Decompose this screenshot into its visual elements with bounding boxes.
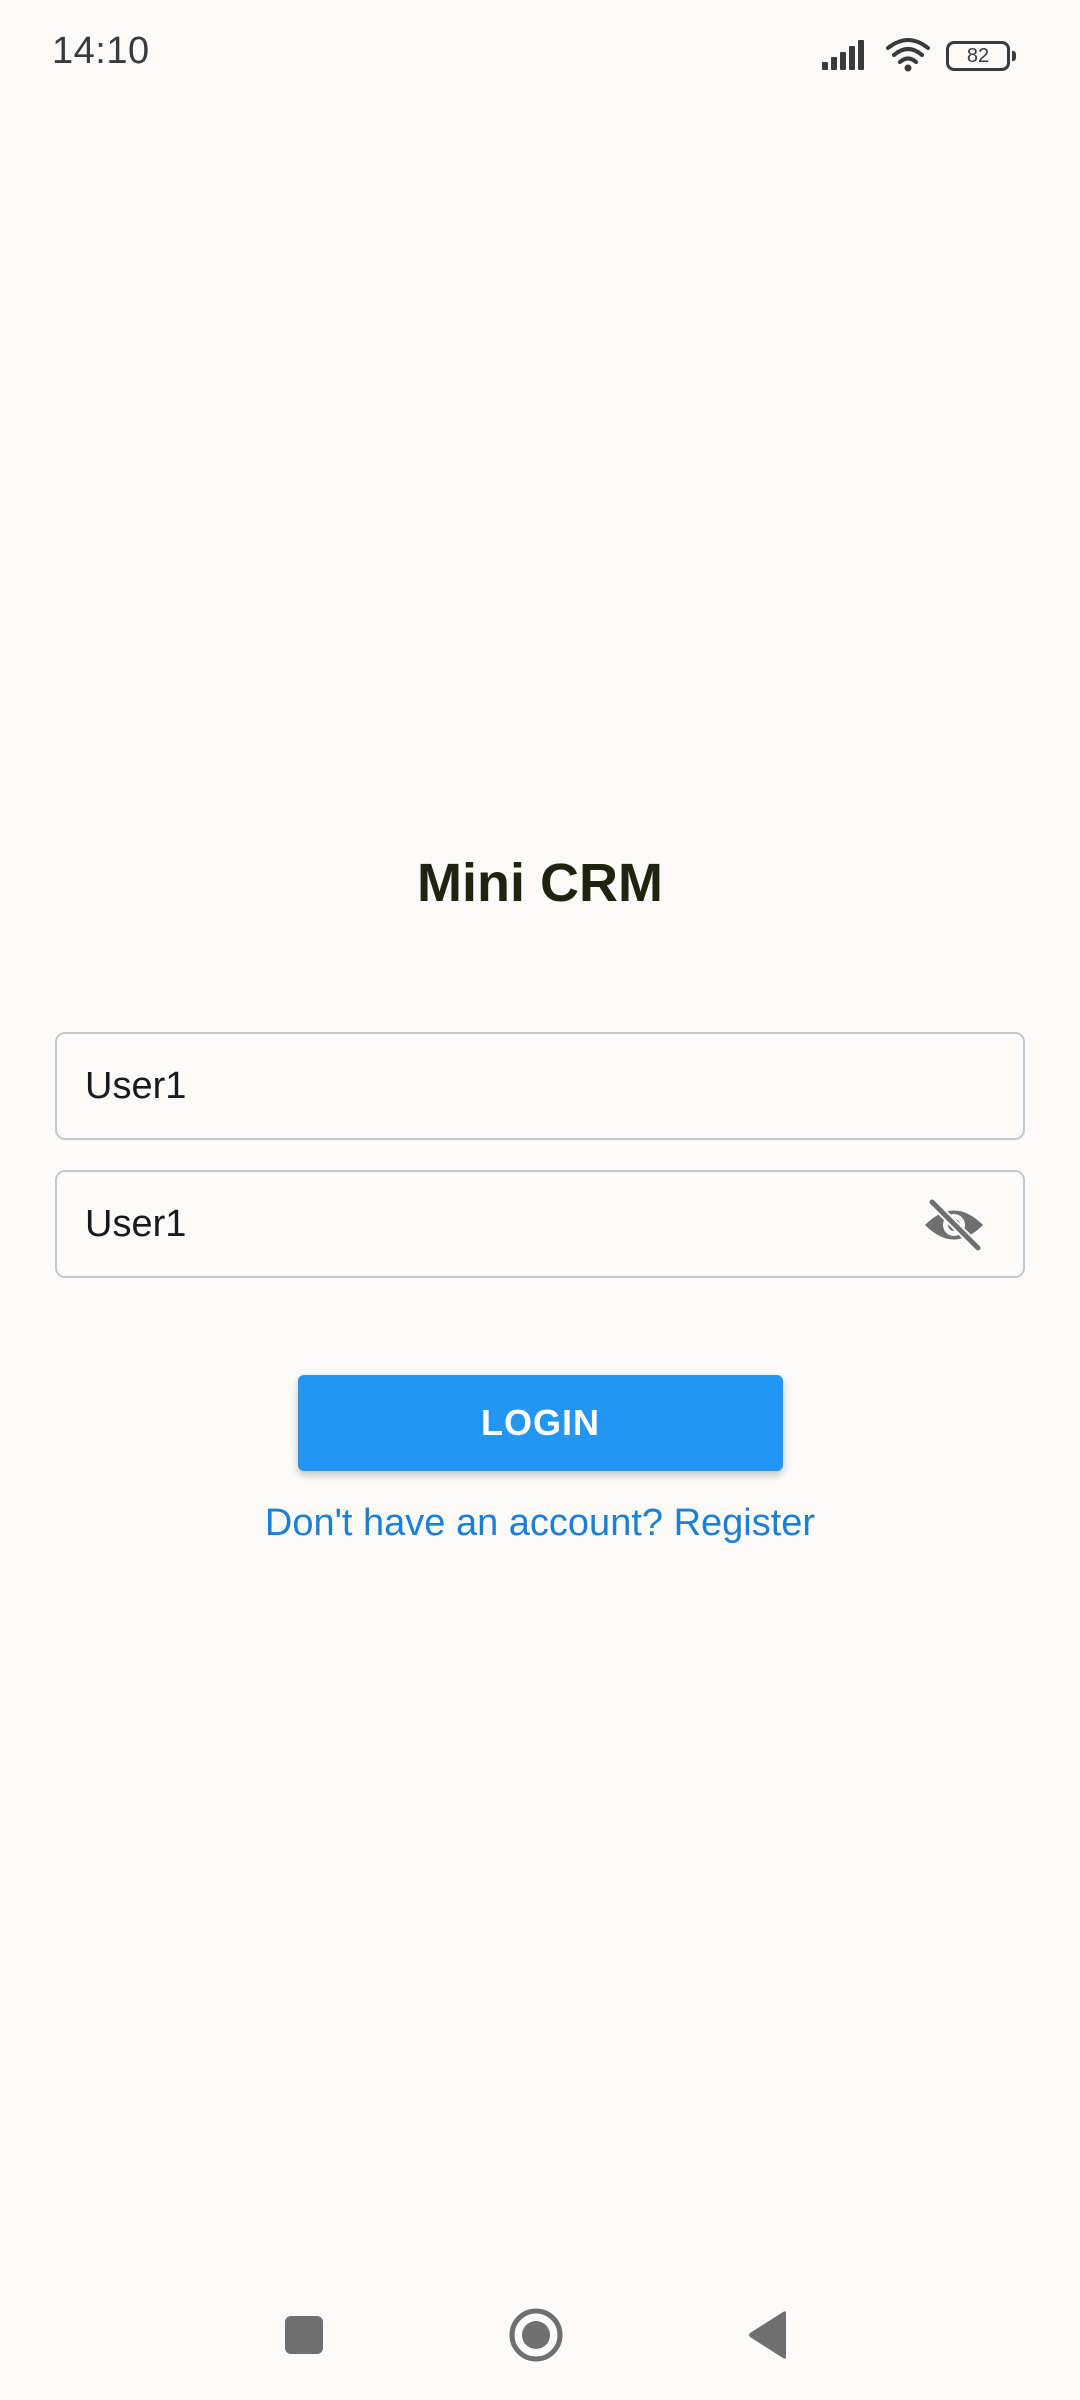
status-bar: 14:10 82 (0, 0, 1080, 110)
back-icon[interactable] (738, 2305, 798, 2365)
login-button[interactable]: LOGIN (298, 1375, 783, 1471)
username-input[interactable] (85, 1034, 925, 1138)
status-time: 14:10 (52, 30, 150, 72)
navigation-bar (0, 2270, 1080, 2400)
recents-icon[interactable] (274, 2305, 334, 2365)
app-title: Mini CRM (417, 853, 663, 913)
battery-level: 82 (966, 44, 990, 67)
register-link[interactable]: Don't have an account? Register (0, 1502, 1080, 1545)
eye-off-icon[interactable] (921, 1197, 987, 1253)
password-field[interactable] (55, 1170, 1025, 1278)
username-field[interactable] (55, 1032, 1025, 1140)
home-icon[interactable] (506, 2305, 566, 2365)
battery-icon: 82 (946, 41, 1016, 71)
status-icons: 82 (822, 36, 1016, 77)
wifi-icon (884, 36, 932, 77)
password-input[interactable] (85, 1172, 925, 1276)
signal-icon (822, 38, 870, 75)
